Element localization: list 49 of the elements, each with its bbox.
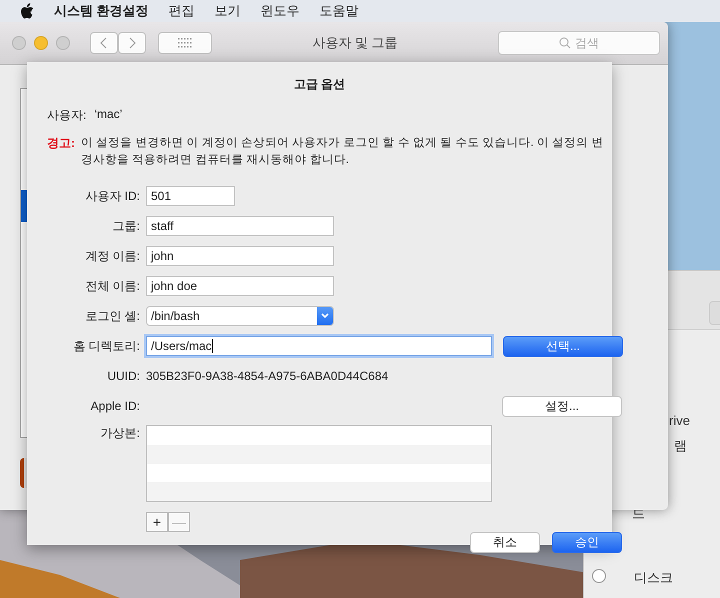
field-label: UUID: [106, 369, 140, 383]
window-text: 램 [674, 437, 687, 455]
uuid-value: 305B23F0-9A38-4854-A975-6ABA0D44C684 [146, 369, 388, 383]
choose-button[interactable]: 선택... [503, 336, 623, 356]
minimize-button[interactable] [34, 36, 48, 50]
warning-text: 이 설정을 변경하면 이 계정이 손상되어 사용자가 로그인 할 수 없게 될 수도 있습니다. 이 설정의 변경사항을 적용하려면 컴퓨터를 재시동해야 합니다. [81, 136, 604, 168]
menu-item[interactable]: 보기 [214, 2, 241, 20]
cancel-button[interactable]: 취소 [470, 532, 540, 553]
field-label: 전체 이름: [84, 278, 140, 294]
field-label: 로그인 셸: [84, 308, 140, 324]
input-field[interactable]: john doe [146, 276, 334, 296]
setup-button[interactable]: 설정... [502, 396, 622, 416]
input-field[interactable]: 501 [146, 186, 235, 206]
field-label: 사용자 ID: [84, 188, 140, 204]
input-field[interactable]: /Users/mac [146, 336, 492, 356]
window-title: 사용자 및 그룹 [311, 34, 399, 52]
user-value: ‘mac’ [94, 107, 122, 123]
forward-button[interactable] [118, 32, 146, 54]
confirm-button[interactable]: 승인 [552, 532, 622, 553]
field-label: 계정 이름: [84, 248, 140, 264]
chevron-left-icon [100, 37, 108, 49]
menu-item[interactable]: 편집 [168, 2, 195, 20]
search-icon [559, 37, 571, 49]
field-label: 홈 디렉토리: [72, 338, 140, 354]
window-text: 디스크 [634, 569, 673, 587]
grid-icon [178, 38, 192, 48]
grid-button[interactable] [158, 32, 212, 54]
add-button[interactable]: + [146, 512, 168, 532]
zoom-button[interactable] [56, 36, 70, 50]
menu-item[interactable]: 도움말 [320, 2, 359, 20]
sheet-title: 고급 옵션 [292, 76, 346, 93]
warning-label: 경고: [47, 135, 75, 152]
input-field[interactable]: john [146, 246, 334, 266]
chevron-right-icon [128, 37, 136, 49]
field-label: Apple ID: [90, 399, 140, 413]
window-text: rive [669, 413, 690, 428]
app-menu[interactable]: 시스템 환경설정 [54, 2, 149, 20]
radio-button[interactable] [592, 569, 606, 583]
field-label: 그룹: [112, 218, 140, 234]
shell-popup[interactable]: /bin/bash [146, 306, 334, 326]
user-label: 사용자: [47, 107, 86, 124]
apple-logo-icon[interactable] [20, 3, 34, 19]
input-field[interactable]: staff [146, 216, 334, 236]
alias-list[interactable] [146, 425, 492, 502]
close-button[interactable] [12, 36, 26, 50]
menu-item[interactable]: 윈도우 [260, 2, 300, 20]
back-button[interactable] [90, 32, 118, 54]
field-label: 가상본: [100, 425, 140, 442]
chevron-down-icon [317, 307, 333, 325]
